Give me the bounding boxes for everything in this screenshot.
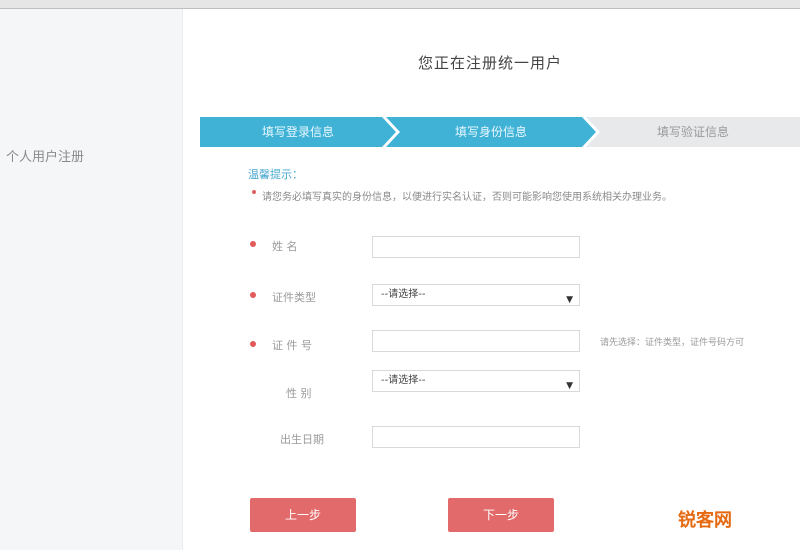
hint-title: 温馨提示：	[248, 168, 303, 181]
birth-date-input[interactable]	[372, 426, 580, 448]
watermark-logo: 锐客网	[678, 510, 732, 531]
gender-label: 性 别	[286, 387, 312, 400]
step-login-info: 填写登录信息	[200, 117, 396, 147]
next-button[interactable]: 下一步	[448, 498, 554, 532]
hint-bullet	[252, 190, 256, 194]
id-number-hint: 请先选择：证件类型，证件号码方可	[600, 338, 745, 348]
id-type-select[interactable]: --请选择-- ▼	[372, 284, 580, 306]
gender-selected-value: --请选择--	[381, 375, 426, 386]
gender-select[interactable]: --请选择-- ▼	[372, 370, 580, 392]
id-type-selected-value: --请选择--	[381, 289, 426, 300]
name-input[interactable]	[372, 236, 580, 258]
sidebar: 个人用户注册	[0, 9, 183, 550]
required-marker	[250, 341, 256, 347]
id-number-label: 证 件 号	[272, 339, 312, 352]
hint-text: 请您务必填写真实的身份信息，以便进行实名认证，否则可能影响您使用系统相关办理业务…	[262, 192, 672, 203]
sidebar-item-personal-registration[interactable]: 个人用户注册	[6, 146, 84, 165]
prev-button[interactable]: 上一步	[250, 498, 356, 532]
id-type-label: 证件类型	[272, 291, 316, 304]
progress-steps: 填写登录信息 填写身份信息 填写验证信息	[200, 117, 800, 147]
page-title: 您正在注册统一用户	[417, 54, 562, 72]
id-number-input[interactable]	[372, 330, 580, 352]
step-verification-info: 填写验证信息	[586, 117, 800, 147]
step-identity-info: 填写身份信息	[386, 117, 596, 147]
name-label: 姓 名	[272, 240, 298, 253]
required-marker	[250, 292, 256, 298]
dropdown-arrow-icon: ▼	[566, 295, 573, 305]
birth-date-label: 出生日期	[280, 433, 324, 446]
dropdown-arrow-icon: ▼	[566, 381, 573, 391]
required-marker	[250, 241, 256, 247]
top-border	[0, 0, 800, 9]
